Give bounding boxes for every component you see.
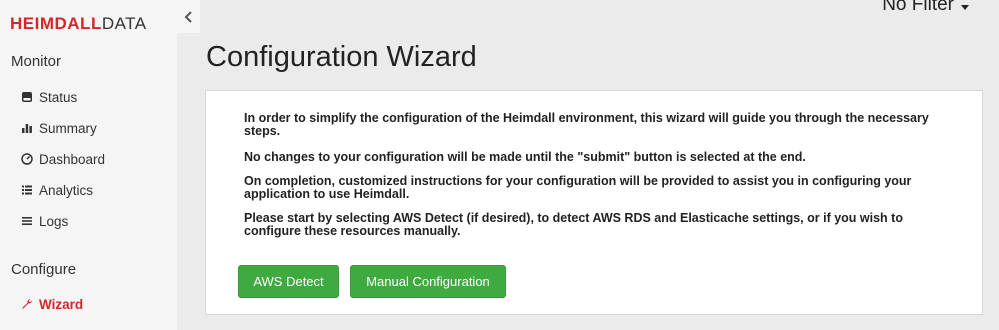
hdd-icon bbox=[20, 90, 34, 104]
list-icon bbox=[20, 183, 34, 197]
sidebar-item-label: Analytics bbox=[39, 182, 94, 198]
intro-paragraph: In order to simplify the configuration o… bbox=[244, 111, 929, 138]
section-monitor: Monitor bbox=[11, 53, 62, 70]
sidebar-item-label: Dashboard bbox=[39, 151, 106, 167]
completion-paragraph: On completion, customized instructions f… bbox=[244, 174, 912, 201]
sidebar-item-dashboard[interactable]: Dashboard bbox=[20, 149, 105, 169]
logo-part1: HEIMDALL bbox=[10, 14, 102, 33]
sidebar-item-label: Logs bbox=[39, 213, 69, 229]
filter-label: No Filter bbox=[882, 0, 954, 15]
collapse-sidebar-button[interactable] bbox=[177, 0, 200, 33]
sidebar-item-logs[interactable]: Logs bbox=[20, 211, 68, 231]
sidebar-item-label: Wizard bbox=[39, 296, 84, 312]
heimdall-logo[interactable]: HEIMDALL DATA bbox=[10, 12, 147, 36]
start-paragraph: Please start by selecting AWS Detect (if… bbox=[244, 211, 903, 238]
section-configure: Configure bbox=[11, 261, 77, 278]
page-title: Configuration Wizard bbox=[206, 41, 477, 73]
wizard-panel: In order to simplify the configuration o… bbox=[205, 90, 983, 315]
dashboard-icon bbox=[20, 152, 34, 166]
caret-down-icon bbox=[961, 4, 969, 10]
sidebar-item-summary[interactable]: Summary bbox=[20, 118, 97, 138]
filter-dropdown[interactable]: No Filter bbox=[882, 0, 969, 16]
sidebar-item-label: Summary bbox=[39, 120, 97, 136]
wrench-icon bbox=[20, 297, 34, 311]
manual-configuration-button[interactable]: Manual Configuration bbox=[350, 265, 506, 298]
sidebar-item-status[interactable]: Status bbox=[20, 87, 77, 107]
sidebar: HEIMDALL DATA Monitor Status Summary Dash… bbox=[0, 0, 177, 330]
aws-detect-button[interactable]: AWS Detect bbox=[238, 265, 339, 298]
sidebar-item-analytics[interactable]: Analytics bbox=[20, 180, 93, 200]
sidebar-item-label: Status bbox=[39, 89, 78, 105]
logo-part2: DATA bbox=[101, 14, 147, 33]
sidebar-item-wizard[interactable]: Wizard bbox=[20, 294, 83, 314]
no-changes-paragraph: No changes to your configuration will be… bbox=[244, 150, 806, 164]
bar-chart-icon bbox=[20, 121, 34, 135]
chevron-left-icon bbox=[184, 10, 192, 23]
lines-icon bbox=[20, 214, 34, 228]
